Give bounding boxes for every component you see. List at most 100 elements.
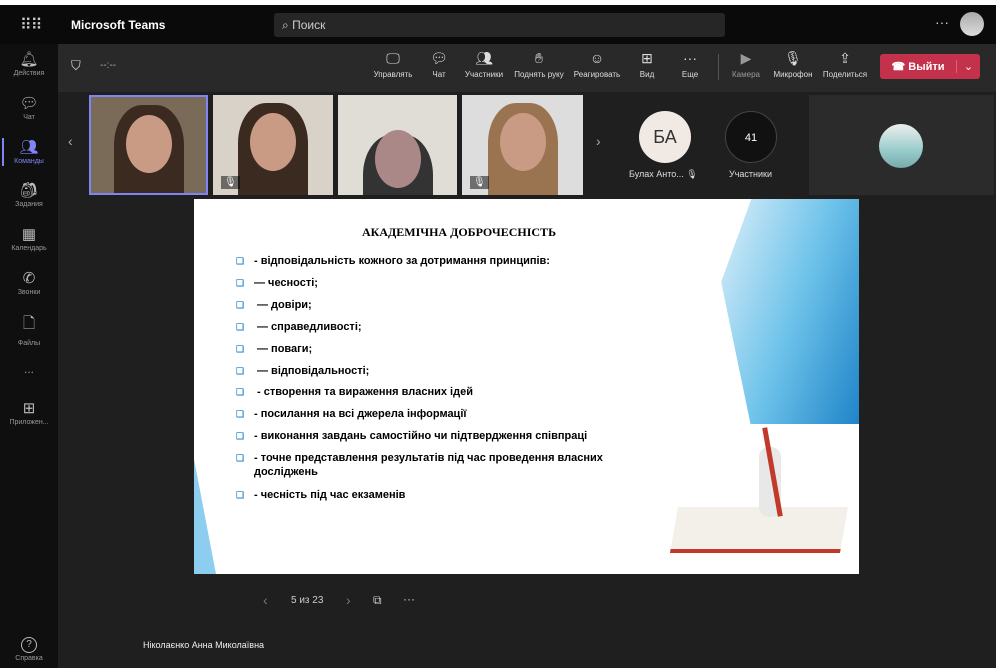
button-label: Участники [464,70,504,79]
video-tile[interactable] [338,95,457,195]
rail-item-activity[interactable]: 🔔︎ Действия [0,50,58,77]
calendar-icon: ▦ [21,226,37,243]
camera-button[interactable]: ▶︎ Камера [732,50,760,79]
avatar[interactable]: БА [639,111,691,163]
share-icon: ⇪ [839,50,851,66]
participants-label: Участники [729,169,772,179]
profile-avatar[interactable] [960,12,984,36]
mic-button[interactable]: 🎙︎ Микрофон [774,50,813,79]
rail-label: Команды [14,158,44,165]
smiley-icon: ☺ [589,50,605,66]
search-input[interactable]: ⌕ Поиск [274,13,725,37]
chat-icon: 💬︎ [19,95,39,112]
chevron-left-icon[interactable]: ‹ [68,133,73,149]
mic-off-icon: 🎙︎ [686,169,698,179]
leave-label: Выйти [908,61,945,73]
divider [718,54,719,80]
present-icon: 🖵 [386,50,400,66]
file-icon: 🗋 [22,315,36,332]
slide-bullet: - посилання на всі джерела інформації [236,407,636,421]
participant-avatar [879,124,923,168]
slide-bullet: — чесності; [236,276,636,290]
rail-item-assignments[interactable]: 🎒︎ Задания [0,181,58,208]
slide-bullet: — відповідальності; [236,364,636,378]
rail-item-calls[interactable]: ✆ Звонки [0,269,58,296]
presentation-slide: АКАДЕМІЧНА ДОБРОЧЕСНІСТЬ - відповідальні… [194,199,859,574]
rail-item-more[interactable]: ... [0,362,58,376]
search-icon: ⌕ [282,18,293,32]
button-label: Управлять [373,70,413,79]
video-strip: ‹ 🎙︎ 🎙︎ › БА Булах Анто... 🎙︎ 41 Участни… [58,93,996,197]
participant-face [250,113,296,171]
mic-off-icon: 🎙︎ [221,176,240,189]
shield-icon: ⛉ [71,58,81,73]
next-slide-button[interactable]: › [346,592,351,608]
button-label: Еще [681,70,699,79]
button-label: Реагировать [573,70,621,79]
rail-item-calendar[interactable]: ▦ Календарь [0,225,58,252]
rail-label: Календарь [11,245,47,252]
grid-view-icon[interactable]: ⧉ [373,593,382,608]
participant-name-text: Булах Анто... [629,169,684,179]
video-tile[interactable] [809,95,994,195]
mic-off-icon: 🎙︎ [784,50,802,66]
chat-icon: 💬︎ [430,50,448,66]
chat-button[interactable]: 💬︎ Чат [430,50,448,79]
apps-icon: ⊞ [22,400,36,417]
button-label: Вид [639,70,655,79]
share-tray-button[interactable]: 🖵 Управлять [374,50,413,79]
more-icon: ... [23,362,34,376]
rail-label: Приложен... [9,419,49,426]
meeting-timer: --:-- [100,60,117,71]
slide-title: АКАДЕМІЧНА ДОБРОЧЕСНІСТЬ [362,225,556,239]
more-icon: ··· [683,50,697,66]
teams-window: ⠿⠿ Microsoft Teams ⌕ Поиск ··· 🔔︎ Действи… [0,5,996,668]
share-button[interactable]: ⇪ Поделиться [823,50,867,79]
participant-count[interactable]: 41 [725,111,777,163]
react-button[interactable]: ☺ Реагировать [574,50,620,79]
slide-bullet: - відповідальність кожного за дотримання… [236,254,636,268]
hangup-icon: ☎ [891,61,909,73]
button-label: Поделиться [822,70,868,79]
rail-item-files[interactable]: 🗋 Файлы [0,313,58,347]
slide-page-indicator: 5 из 23 [291,595,324,606]
more-icon[interactable]: ··· [935,14,949,30]
grid-icon: ⊞ [641,50,653,66]
app-title: Microsoft Teams [71,18,166,32]
camera-off-icon: ▶︎ [740,50,752,66]
raise-hand-button[interactable]: ✋︎ Поднять руку [514,50,563,79]
chevron-right-icon[interactable]: › [596,133,601,149]
backpack-icon: 🎒︎ [19,182,39,199]
video-tile[interactable] [89,95,208,195]
video-tile[interactable]: 🎙︎ [462,95,583,195]
bell-icon: 🔔︎ [19,51,39,68]
chevron-down-icon[interactable]: ⌄ [956,60,980,73]
slide-bullet: — поваги; [236,342,636,356]
leave-button[interactable]: ☎ Выйти ⌄ [880,54,980,79]
phone-icon: ✆ [22,270,36,287]
presenter-name: Ніколаєнко Анна Миколаївна [143,640,265,650]
button-label: Микрофон [773,70,813,79]
prev-slide-button[interactable]: ‹ [263,592,268,608]
participant-face [374,130,421,188]
help-button[interactable]: ? Справка [0,637,58,662]
rail-item-apps[interactable]: ⊞ Приложен... [0,399,58,426]
slide-bullet: — справедливості; [236,320,636,334]
more-options-icon[interactable]: ··· [403,592,415,606]
video-tile[interactable]: 🎙︎ [213,95,333,195]
slide-decoration [194,459,216,574]
help-label: Справка [15,655,43,662]
participant-face [499,113,546,171]
slide-bullet: - точне представлення результатів під ча… [236,451,636,479]
rail-label: Чат [23,114,35,121]
rail-label: Звонки [17,289,41,296]
app-launcher-icon[interactable]: ⠿⠿ [20,15,42,35]
rail-item-teams[interactable]: 👥︎ Команды [0,138,58,166]
button-label: Чат [432,70,446,79]
rail-item-chat[interactable]: 💬︎ Чат [0,94,58,121]
rail-label: Задания [15,201,43,208]
more-actions-button[interactable]: ··· Еще [682,50,698,79]
participants-button[interactable]: 👥︎ Участники [465,50,503,79]
meeting-toolbar: ⛉ --:-- 🖵 Управлять 💬︎ Чат 👥︎ Участники ✋︎ П… [58,44,996,92]
view-button[interactable]: ⊞ Вид [640,50,654,79]
